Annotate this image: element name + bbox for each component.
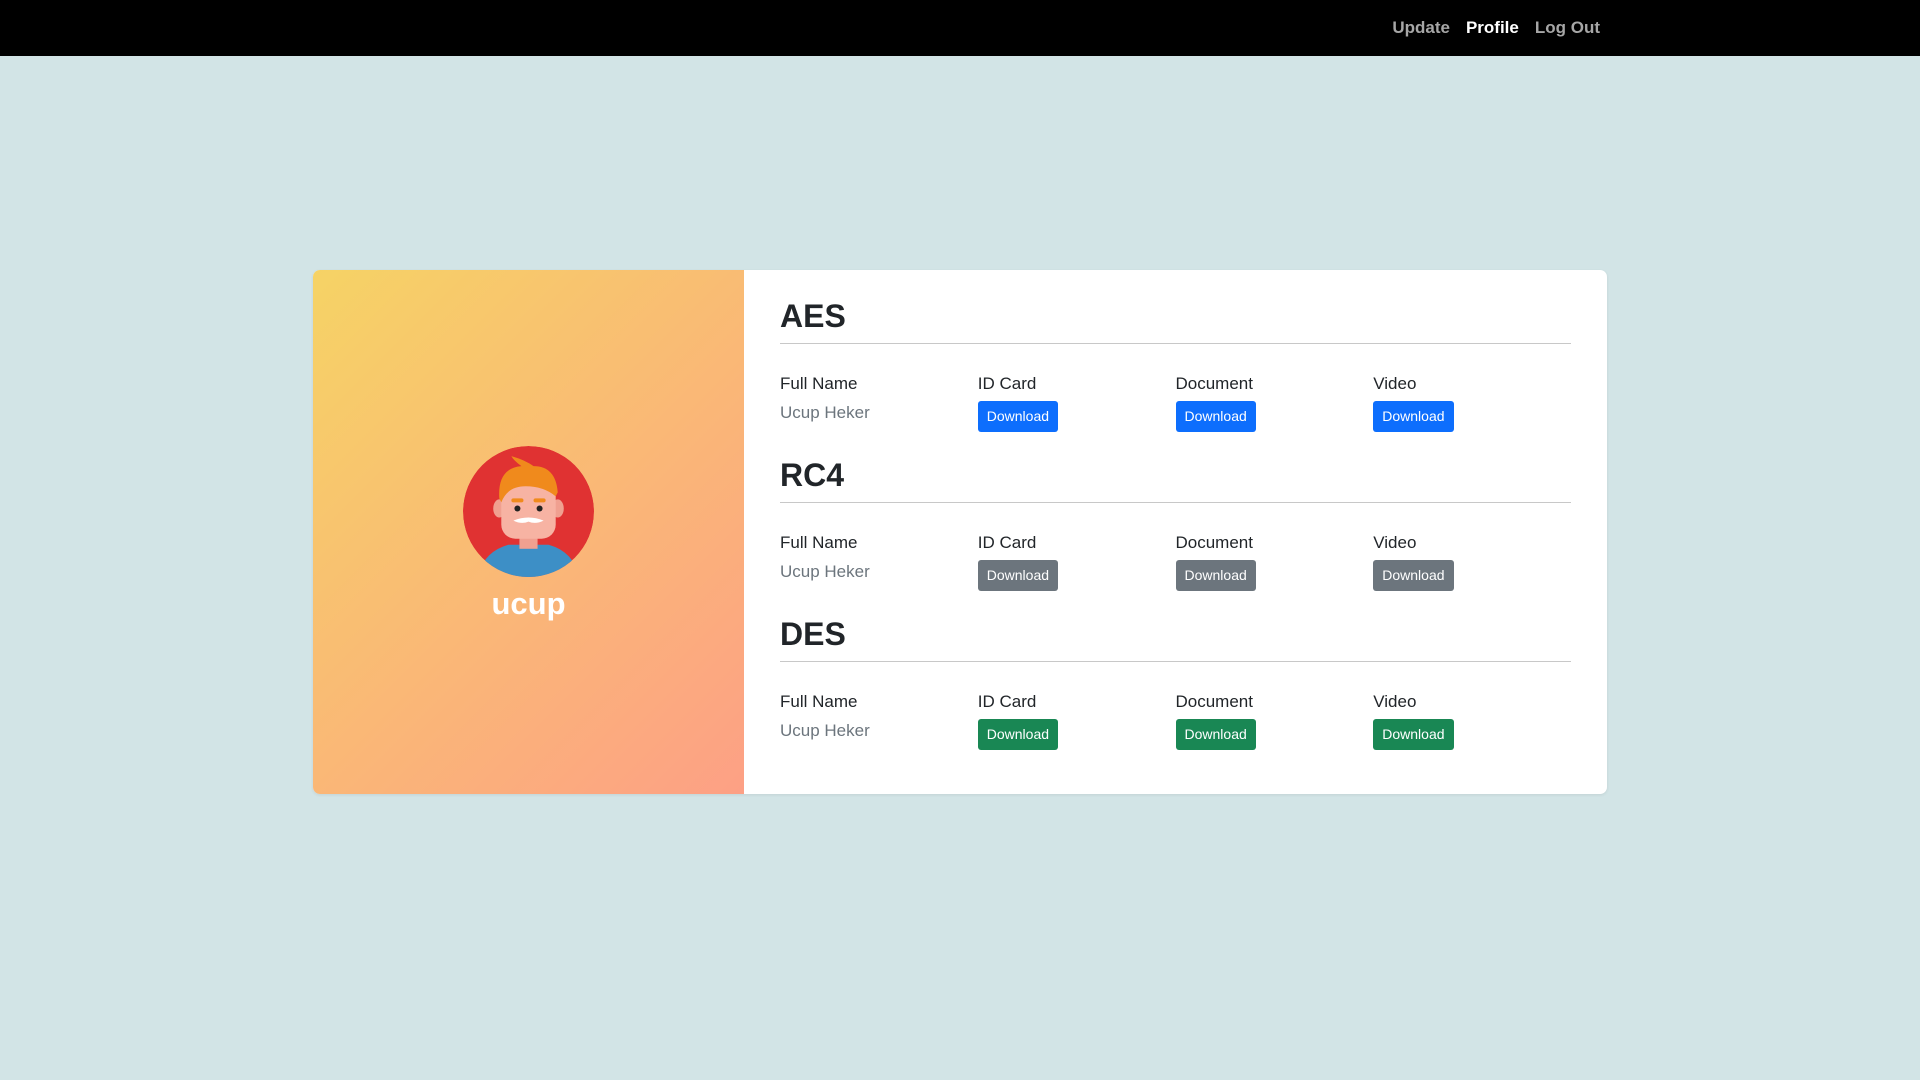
top-navbar: Update Profile Log Out bbox=[0, 0, 1920, 56]
nav-profile-link[interactable]: Profile bbox=[1466, 18, 1519, 38]
document-column: Document Download bbox=[1175, 374, 1374, 432]
full-name-label: Full Name bbox=[780, 692, 858, 711]
section-divider bbox=[780, 502, 1571, 503]
full-name-value: Ucup Heker bbox=[780, 403, 870, 422]
des-video-download-button[interactable]: Download bbox=[1373, 719, 1454, 750]
section-aes: AES Full Name Ucup Heker ID Card Downloa… bbox=[780, 290, 1571, 432]
aes-id-card-download-button[interactable]: Download bbox=[977, 401, 1059, 432]
full-name-column: Full Name Ucup Heker bbox=[780, 692, 978, 750]
full-name-column: Full Name Ucup Heker bbox=[780, 533, 978, 591]
profile-card: ucup AES Full Name Ucup Heker ID Card Do… bbox=[313, 270, 1607, 794]
des-id-card-download-button[interactable]: Download bbox=[977, 719, 1059, 750]
full-name-label: Full Name bbox=[780, 374, 858, 393]
des-document-download-button[interactable]: Download bbox=[1175, 719, 1256, 750]
video-column: Video Download bbox=[1373, 692, 1571, 750]
rc4-id-card-download-button[interactable]: Download bbox=[977, 560, 1059, 591]
id-card-label: ID Card bbox=[977, 533, 1037, 552]
nav-links: Update Profile Log Out bbox=[1392, 0, 1600, 56]
nav-logout-link[interactable]: Log Out bbox=[1535, 18, 1600, 38]
man-avatar-icon bbox=[463, 446, 594, 577]
section-title: DES bbox=[780, 616, 846, 652]
full-name-column: Full Name Ucup Heker bbox=[780, 374, 978, 432]
section-title: AES bbox=[780, 298, 846, 334]
full-name-value: Ucup Heker bbox=[780, 721, 870, 740]
nav-update-link[interactable]: Update bbox=[1392, 18, 1450, 38]
profile-username: ucup bbox=[491, 586, 566, 621]
section-rc4: RC4 Full Name Ucup Heker ID Card Downloa… bbox=[780, 449, 1571, 591]
rc4-video-download-button[interactable]: Download bbox=[1373, 560, 1454, 591]
section-row: Full Name Ucup Heker ID Card Download Do… bbox=[780, 692, 1571, 750]
video-label: Video bbox=[1373, 692, 1417, 711]
section-title: RC4 bbox=[780, 457, 845, 493]
document-label: Document bbox=[1175, 692, 1253, 711]
profile-panel: ucup bbox=[313, 270, 744, 794]
document-label: Document bbox=[1175, 533, 1253, 552]
encryption-info-panel: AES Full Name Ucup Heker ID Card Downloa… bbox=[744, 270, 1607, 794]
id-card-column: ID Card Download bbox=[977, 533, 1176, 591]
id-card-column: ID Card Download bbox=[977, 374, 1176, 432]
aes-video-download-button[interactable]: Download bbox=[1373, 401, 1454, 432]
section-row: Full Name Ucup Heker ID Card Download Do… bbox=[780, 374, 1571, 432]
video-column: Video Download bbox=[1373, 533, 1571, 591]
video-label: Video bbox=[1373, 374, 1417, 393]
document-column: Document Download bbox=[1175, 692, 1374, 750]
rc4-document-download-button[interactable]: Download bbox=[1175, 560, 1256, 591]
full-name-label: Full Name bbox=[780, 533, 858, 552]
aes-document-download-button[interactable]: Download bbox=[1175, 401, 1256, 432]
full-name-value: Ucup Heker bbox=[780, 562, 870, 581]
id-card-label: ID Card bbox=[977, 692, 1037, 711]
video-column: Video Download bbox=[1373, 374, 1571, 432]
id-card-column: ID Card Download bbox=[977, 692, 1176, 750]
section-divider bbox=[780, 343, 1571, 344]
section-des: DES Full Name Ucup Heker ID Card Downloa… bbox=[780, 608, 1571, 750]
section-row: Full Name Ucup Heker ID Card Download Do… bbox=[780, 533, 1571, 591]
id-card-label: ID Card bbox=[977, 374, 1037, 393]
section-divider bbox=[780, 661, 1571, 662]
document-label: Document bbox=[1175, 374, 1253, 393]
video-label: Video bbox=[1373, 533, 1417, 552]
document-column: Document Download bbox=[1175, 533, 1374, 591]
